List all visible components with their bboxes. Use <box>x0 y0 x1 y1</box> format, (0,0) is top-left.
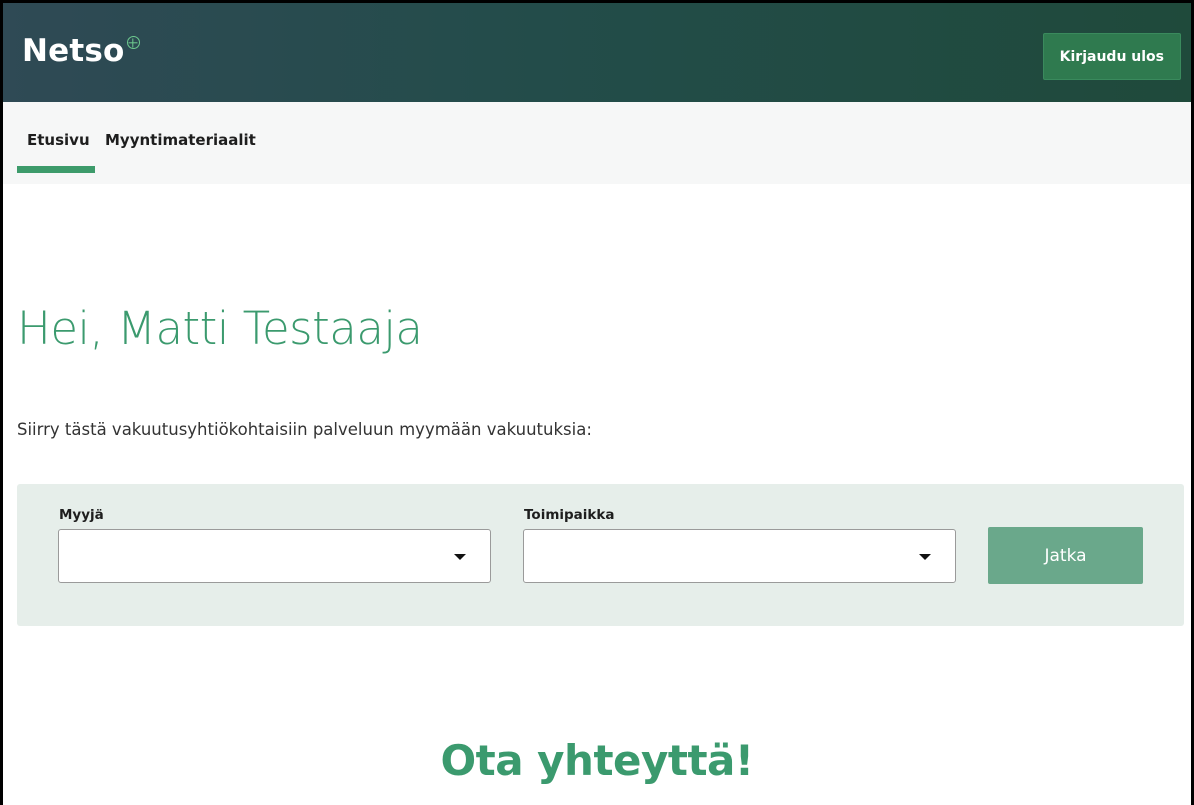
contact-heading: Ota yhteyttä! <box>440 736 754 785</box>
flower-mark-icon <box>126 36 140 49</box>
continue-button[interactable]: Jatka <box>988 527 1143 584</box>
intro-text: Siirry tästä vakuutusyhtiökohtaisiin pal… <box>17 420 592 439</box>
chevron-down-icon <box>919 554 931 560</box>
office-select[interactable] <box>523 529 956 583</box>
top-header: Netso Kirjaudu ulos <box>3 3 1191 102</box>
seller-label: Myyjä <box>59 507 104 523</box>
office-label: Toimipaikka <box>524 507 615 523</box>
tab-myyntimateriaalit[interactable]: Myyntimateriaalit <box>105 131 256 149</box>
logout-button[interactable]: Kirjaudu ulos <box>1042 33 1181 80</box>
active-tab-indicator <box>17 166 95 173</box>
seller-select[interactable] <box>58 529 491 583</box>
page-title: Hei, Matti Testaaja <box>17 302 423 355</box>
logo-text: Netso <box>22 33 125 69</box>
chevron-down-icon <box>454 554 466 560</box>
tab-etusivu[interactable]: Etusivu <box>27 131 90 149</box>
main-nav: Etusivu Myyntimateriaalit <box>3 102 1191 184</box>
app-frame: Netso Kirjaudu ulos Etusivu Myyntimateri… <box>0 0 1194 805</box>
logo[interactable]: Netso <box>22 33 140 69</box>
seller-selection-panel: Myyjä Toimipaikka Jatka <box>17 484 1184 626</box>
